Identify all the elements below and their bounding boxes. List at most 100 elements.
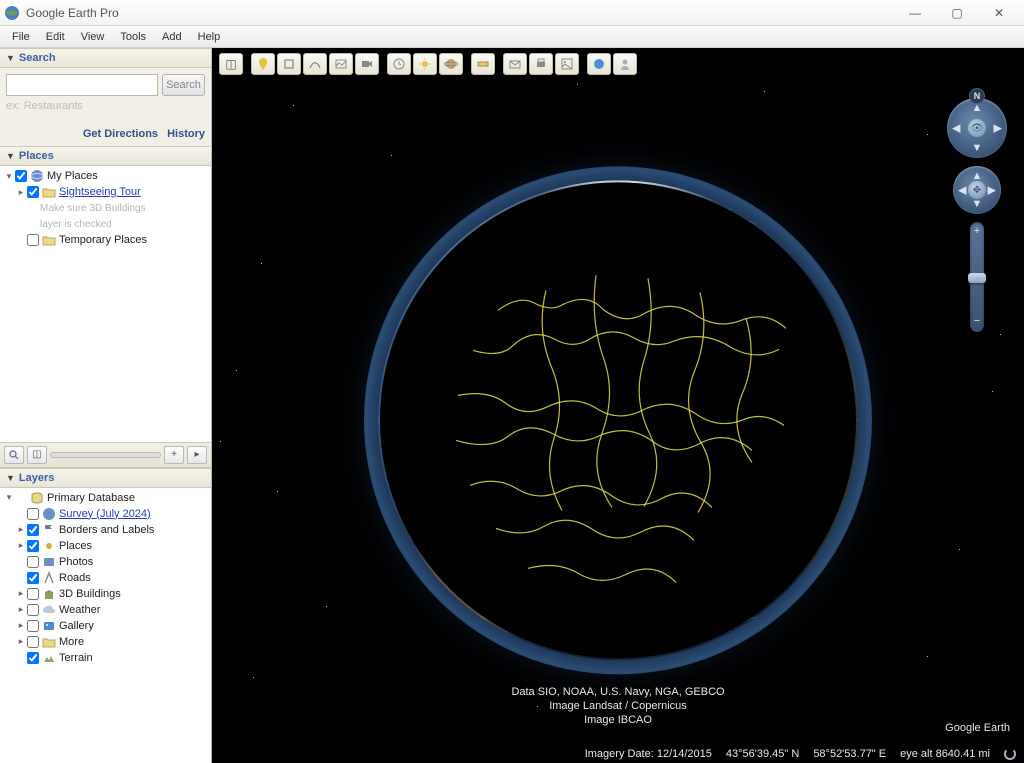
- navigation-controls: N ▲ ▼ ▶ ◀ 👁 ▲ ▼ ▶ ◀ ✥ + −: [944, 98, 1010, 332]
- menu-edit[interactable]: Edit: [38, 29, 73, 45]
- zoom-in-button[interactable]: +: [970, 225, 984, 239]
- sightseeing-note: Make sure 3D Buildings: [40, 203, 146, 214]
- maximize-button[interactable]: ▢: [936, 3, 978, 23]
- print-button[interactable]: [529, 53, 553, 75]
- gallery-checkbox[interactable]: [27, 620, 39, 632]
- expander-icon[interactable]: ▸: [16, 588, 26, 599]
- more-label[interactable]: More: [59, 636, 84, 648]
- menu-view[interactable]: View: [73, 29, 113, 45]
- ruler-button[interactable]: [471, 53, 495, 75]
- sightseeing-tour-link[interactable]: Sightseeing Tour: [59, 186, 141, 198]
- path-button[interactable]: [303, 53, 327, 75]
- search-header-label: Search: [19, 52, 56, 64]
- search-places-button[interactable]: [4, 446, 24, 464]
- photos-label[interactable]: Photos: [59, 556, 93, 568]
- road-icon: [42, 571, 56, 585]
- add-content-button[interactable]: +: [164, 446, 184, 464]
- sightseeing-checkbox[interactable]: [27, 186, 39, 198]
- close-button[interactable]: ✕: [978, 3, 1020, 23]
- sightseeing-note: layer is checked: [40, 219, 112, 230]
- historical-imagery-button[interactable]: [387, 53, 411, 75]
- borders-overlay: [378, 180, 858, 660]
- search-button[interactable]: Search: [162, 74, 205, 96]
- look-left-icon[interactable]: ◀: [952, 122, 960, 135]
- pan-ring[interactable]: ▲ ▼ ▶ ◀ ✥: [953, 166, 1001, 214]
- menu-add[interactable]: Add: [154, 29, 190, 45]
- opacity-slider[interactable]: [50, 452, 161, 458]
- look-down-icon[interactable]: ▼: [972, 142, 983, 154]
- photos-checkbox[interactable]: [27, 556, 39, 568]
- 3d-buildings-label[interactable]: 3D Buildings: [59, 588, 121, 600]
- expander-icon[interactable]: ▸: [16, 540, 26, 551]
- globe[interactable]: [378, 180, 858, 660]
- hand-icon[interactable]: ✥: [968, 181, 986, 199]
- my-places-checkbox[interactable]: [15, 170, 27, 182]
- 3d-buildings-checkbox[interactable]: [27, 588, 39, 600]
- zoom-out-button[interactable]: −: [970, 315, 984, 329]
- email-button[interactable]: [503, 53, 527, 75]
- panel-toggle-button[interactable]: ◫: [27, 446, 47, 464]
- look-right-icon[interactable]: ▶: [994, 122, 1002, 135]
- look-up-icon[interactable]: ▲: [972, 102, 983, 114]
- expander-icon[interactable]: ▾: [4, 492, 14, 503]
- layers-header-label: Layers: [19, 472, 54, 484]
- weather-label[interactable]: Weather: [59, 604, 100, 616]
- history-link[interactable]: History: [167, 128, 205, 140]
- title-bar: Google Earth Pro — ▢ ✕: [0, 0, 1024, 26]
- play-tour-button[interactable]: ▸: [187, 446, 207, 464]
- survey-link[interactable]: Survey (July 2024): [59, 508, 151, 520]
- expander-icon[interactable]: ▸: [16, 187, 26, 198]
- places-layer-label[interactable]: Places: [59, 540, 92, 552]
- terrain-checkbox[interactable]: [27, 652, 39, 664]
- places-panel-header[interactable]: ▼Places: [0, 146, 211, 166]
- gallery-label[interactable]: Gallery: [59, 620, 94, 632]
- roads-label[interactable]: Roads: [59, 572, 91, 584]
- expander-icon[interactable]: ▸: [16, 524, 26, 535]
- search-input[interactable]: [6, 74, 158, 96]
- latitude: 43°56'39.45" N: [726, 748, 799, 760]
- my-places-label[interactable]: My Places: [47, 170, 98, 182]
- primary-database-label[interactable]: Primary Database: [47, 492, 135, 504]
- pan-right-icon[interactable]: ▶: [988, 184, 996, 197]
- minimize-button[interactable]: —: [894, 3, 936, 23]
- placemark-button[interactable]: [251, 53, 275, 75]
- sign-in-button[interactable]: [613, 53, 637, 75]
- borders-checkbox[interactable]: [27, 524, 39, 536]
- get-directions-link[interactable]: Get Directions: [83, 128, 158, 140]
- search-hint: ex: Restaurants: [6, 100, 205, 112]
- zoom-thumb[interactable]: [968, 273, 986, 283]
- menu-help[interactable]: Help: [190, 29, 229, 45]
- pan-left-icon[interactable]: ◀: [958, 184, 966, 197]
- save-image-button[interactable]: [555, 53, 579, 75]
- layers-panel-header[interactable]: ▼Layers: [0, 468, 211, 488]
- eye-icon[interactable]: 👁: [968, 119, 986, 137]
- places-layer-checkbox[interactable]: [27, 540, 39, 552]
- polygon-button[interactable]: [277, 53, 301, 75]
- weather-checkbox[interactable]: [27, 604, 39, 616]
- survey-checkbox[interactable]: [27, 508, 39, 520]
- image-overlay-button[interactable]: [329, 53, 353, 75]
- map-viewport[interactable]: ◫: [212, 48, 1024, 763]
- hide-sidebar-button[interactable]: ◫: [219, 53, 243, 75]
- menu-tools[interactable]: Tools: [112, 29, 154, 45]
- temporary-places-label[interactable]: Temporary Places: [59, 234, 147, 246]
- pan-down-icon[interactable]: ▼: [972, 198, 983, 210]
- places-header-label: Places: [19, 150, 54, 162]
- more-checkbox[interactable]: [27, 636, 39, 648]
- terrain-label[interactable]: Terrain: [59, 652, 93, 664]
- record-tour-button[interactable]: [355, 53, 379, 75]
- temp-places-checkbox[interactable]: [27, 234, 39, 246]
- roads-checkbox[interactable]: [27, 572, 39, 584]
- menu-file[interactable]: File: [4, 29, 38, 45]
- look-ring[interactable]: N ▲ ▼ ▶ ◀ 👁: [947, 98, 1007, 158]
- expander-icon[interactable]: ▸: [16, 636, 26, 647]
- search-panel-header[interactable]: ▼Search: [0, 48, 211, 68]
- view-in-maps-button[interactable]: [587, 53, 611, 75]
- borders-label[interactable]: Borders and Labels: [59, 524, 154, 536]
- planet-button[interactable]: [439, 53, 463, 75]
- zoom-slider[interactable]: + −: [970, 222, 984, 332]
- expander-icon[interactable]: ▸: [16, 604, 26, 615]
- expander-icon[interactable]: ▸: [16, 620, 26, 631]
- expander-icon[interactable]: ▾: [4, 171, 14, 182]
- sunlight-button[interactable]: [413, 53, 437, 75]
